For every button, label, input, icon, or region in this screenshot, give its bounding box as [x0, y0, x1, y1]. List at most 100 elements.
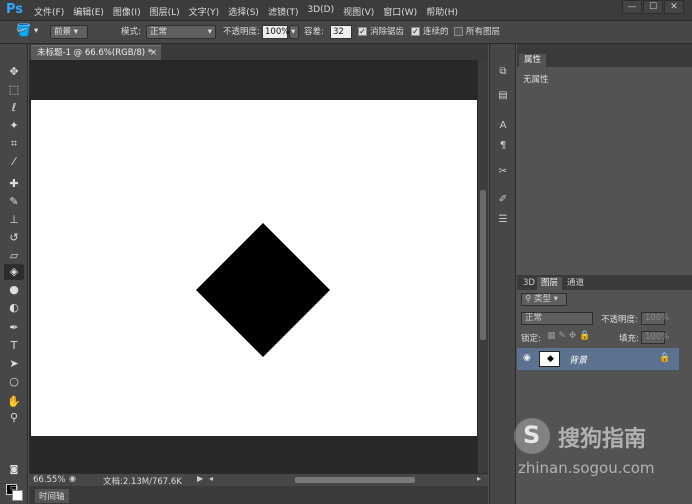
all-layers-checkbox[interactable] [454, 27, 463, 36]
menu-3d[interactable]: 3D(D) [307, 5, 334, 18]
watermark-url: zhinan.sogou.com [518, 459, 655, 477]
menu-bar: Ps 文件(F) 编辑(E) 图像(I) 图层(L) 文字(Y) 选择(S) 滤… [0, 0, 692, 21]
fill-source-select[interactable]: 前景 ▾ [50, 25, 88, 39]
panel-icon-strip: ⧉ ▤ A ¶ ✂ ✐ ☰ [489, 44, 516, 504]
lock-label: 锁定: [521, 334, 541, 344]
color-panel-icon[interactable]: ▤ [495, 88, 511, 104]
adjustments-panel-icon[interactable]: ☰ [495, 212, 511, 228]
tab-channels[interactable]: 通道 [563, 277, 588, 290]
layer-lock-icon: 🔒 [659, 353, 671, 363]
status-bar: 66.55% ◉ 文档:2.13M/767.6K ▶ ◂ ▸ [29, 473, 488, 487]
hand-tool-icon[interactable]: ✋ [4, 394, 24, 410]
marquee-tool-icon[interactable]: ⬚ [4, 82, 24, 98]
tolerance-input[interactable]: 32 [330, 25, 352, 39]
layer-name: 背景 [569, 356, 588, 366]
sogou-logo: S [514, 418, 550, 454]
pen-tool-icon[interactable]: ✒ [4, 320, 24, 336]
menu-select[interactable]: 选择(S) [228, 5, 259, 18]
eraser-tool-icon[interactable]: ▱ [4, 248, 24, 264]
antialias-checkbox[interactable]: ✓ [358, 27, 367, 36]
contiguous-checkbox[interactable]: ✓ [411, 27, 420, 36]
status-menu-arrow-icon[interactable]: ▶ [197, 474, 203, 483]
brush-presets-icon[interactable]: ✐ [495, 192, 511, 208]
layer-filter-select[interactable]: ⚲ 类型 ▾ [521, 293, 567, 306]
timeline-tab[interactable]: 时间轴 [35, 489, 69, 503]
menu-view[interactable]: 视图(V) [343, 5, 374, 18]
horizontal-scroll-thumb[interactable] [295, 477, 415, 483]
dodge-tool-icon[interactable]: ◐ [4, 300, 24, 316]
vertical-scroll-thumb[interactable] [480, 190, 486, 340]
history-brush-tool-icon[interactable]: ↺ [4, 230, 24, 246]
clone-stamp-tool-icon[interactable]: ⊥ [4, 212, 24, 228]
contiguous-label: 连续的 [423, 27, 449, 37]
search-icon: ⚲ [525, 294, 534, 304]
menu-file[interactable]: 文件(F) [34, 5, 64, 18]
scroll-left-icon[interactable]: ◂ [209, 474, 213, 483]
paragraph-panel-icon[interactable]: ¶ [495, 138, 511, 154]
close-button[interactable]: ✕ [664, 0, 684, 14]
layer-fill-input[interactable]: 100% [641, 331, 669, 344]
vertical-scrollbar[interactable] [477, 60, 488, 473]
paint-bucket-tool-icon[interactable]: ◈ [4, 264, 24, 280]
paint-bucket-icon[interactable]: 🪣 [16, 24, 31, 37]
path-selection-tool-icon[interactable]: ➤ [4, 356, 24, 372]
tools-presets-icon[interactable]: ✂ [495, 164, 511, 180]
quick-mask-icon[interactable]: ◙ [4, 462, 24, 478]
properties-panel: 无属性 [517, 67, 692, 275]
tool-preset-dropdown-icon[interactable]: ▾ [34, 25, 38, 38]
mode-label: 模式: [121, 27, 141, 37]
diamond-thumbnail-icon: ◆ [547, 354, 554, 364]
blur-tool-icon[interactable]: ● [4, 282, 24, 298]
screen-mode-icon[interactable]: ▭ [4, 480, 24, 496]
menu-filter[interactable]: 滤镜(T) [268, 5, 299, 18]
properties-content: 无属性 [523, 75, 549, 85]
mode-select[interactable]: 正常 ▾ [146, 25, 216, 39]
lock-icons[interactable]: ▦ ✎ ✥ 🔒 [547, 331, 590, 341]
tab-layers[interactable]: 图层 [537, 277, 563, 290]
menu-window[interactable]: 窗口(W) [383, 5, 417, 18]
layer-opacity-label: 不透明度: [601, 315, 638, 325]
lasso-tool-icon[interactable]: ℓ [4, 100, 24, 116]
layer-opacity-input[interactable]: 100% [641, 312, 669, 325]
type-tool-icon[interactable]: T [4, 338, 24, 354]
blend-mode-select[interactable]: 正常 [521, 312, 593, 325]
menu-items: 文件(F) 编辑(E) 图像(I) 图层(L) 文字(Y) 选择(S) 滤镜(T… [34, 5, 467, 18]
visibility-eye-icon[interactable]: ◉ [523, 353, 531, 363]
brush-tool-icon[interactable]: ✎ [4, 194, 24, 210]
properties-tab[interactable]: 属性 [519, 54, 547, 67]
sogou-logo-letter: S [523, 421, 541, 449]
menu-edit[interactable]: 编辑(E) [73, 5, 104, 18]
menu-image[interactable]: 图像(I) [113, 5, 141, 18]
minimize-button[interactable]: — [622, 0, 642, 14]
move-tool-icon[interactable]: ✥ [4, 64, 24, 80]
status-info-icon[interactable]: ◉ [69, 474, 76, 483]
antialias-label: 消除锯齿 [370, 27, 405, 37]
canvas[interactable] [31, 100, 477, 436]
tab-3d[interactable]: 3D [519, 277, 539, 290]
document-tab[interactable]: 未标题-1 @ 66.6%(RGB/8) * × [31, 45, 161, 60]
history-panel-icon[interactable]: ⧉ [495, 64, 511, 80]
healing-brush-tool-icon[interactable]: ✚ [4, 176, 24, 192]
layer-filter-value: 类型 [533, 294, 551, 304]
scroll-right-icon[interactable]: ▸ [477, 474, 481, 483]
close-tab-icon[interactable]: × [150, 46, 157, 60]
layer-row-background[interactable]: ◉ ◆ 背景 🔒 [517, 348, 679, 370]
fill-source-value: 前景 [54, 27, 72, 37]
layer-thumbnail: ◆ [539, 351, 560, 367]
menu-type[interactable]: 文字(Y) [189, 5, 220, 18]
options-bar: 🪣 ▾ 前景 ▾ 模式: 正常 ▾ 不透明度: 100% ▾ 容差: 32 ✓ 消… [0, 21, 692, 44]
zoom-level[interactable]: 66.55% [33, 475, 65, 485]
eyedropper-tool-icon[interactable]: ⁄ [4, 154, 24, 170]
opacity-input[interactable]: 100% [262, 25, 289, 39]
crop-tool-icon[interactable]: ⌗ [4, 136, 24, 152]
watermark-brand: 搜狗指南 [558, 427, 647, 452]
magic-wand-tool-icon[interactable]: ✦ [4, 118, 24, 134]
menu-layer[interactable]: 图层(L) [150, 5, 180, 18]
restore-button[interactable]: ☐ [643, 0, 663, 14]
tolerance-label: 容差: [304, 27, 324, 37]
opacity-dropdown[interactable]: ▾ [289, 25, 299, 39]
character-panel-icon[interactable]: A [495, 118, 511, 134]
zoom-tool-icon[interactable]: ⚲ [4, 410, 24, 426]
menu-help[interactable]: 帮助(H) [426, 5, 458, 18]
shape-tool-icon[interactable]: ○ [4, 374, 24, 390]
